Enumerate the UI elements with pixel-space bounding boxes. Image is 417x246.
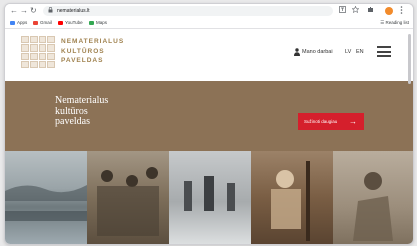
apps-icon: [10, 20, 15, 25]
translate-icon[interactable]: [339, 6, 346, 16]
photo-river-crowd[interactable]: [5, 151, 87, 244]
maps-icon: [89, 20, 94, 25]
reading-list[interactable]: ☰ Reading list: [380, 18, 409, 28]
forward-button[interactable]: →: [20, 6, 28, 15]
page-scrollbar[interactable]: [408, 34, 411, 84]
bookmark-apps[interactable]: Apps: [10, 18, 27, 28]
photo-weaver[interactable]: [251, 151, 333, 244]
menu-icon[interactable]: [400, 6, 403, 17]
photo-strip: [5, 151, 413, 244]
browser-toolbar: ← → ↻ nematerialus.lt: [5, 4, 413, 18]
arrow-right-icon: →: [349, 117, 357, 126]
lang-en[interactable]: EN: [356, 48, 364, 56]
youtube-icon: [58, 20, 63, 25]
hero-banner: Nematerialus kultūros paveldas Sužinoti …: [5, 81, 413, 151]
user-icon: [294, 48, 300, 56]
url-text: nematerialus.lt: [57, 8, 90, 14]
bookmark-gmail[interactable]: Gmail: [33, 18, 52, 28]
reload-button[interactable]: ↻: [30, 6, 37, 15]
gmail-icon: [33, 20, 38, 25]
star-icon[interactable]: [351, 5, 360, 16]
photo-musician[interactable]: [333, 151, 413, 244]
my-account-link[interactable]: Mano darbai: [302, 48, 333, 56]
photo-winter-procession[interactable]: [169, 151, 251, 244]
address-bar[interactable]: nematerialus.lt: [43, 6, 333, 16]
bookmark-maps[interactable]: Maps: [89, 18, 107, 28]
profile-avatar[interactable]: [385, 7, 393, 15]
browser-window: ← → ↻ nematerialus.lt Apps Gmail YouTube…: [4, 3, 414, 245]
hero-title: Nematerialus kultūros paveldas: [55, 95, 109, 127]
lock-icon: [48, 6, 53, 16]
learn-more-button[interactable]: Sužinoti daugiau →: [298, 113, 364, 130]
back-button[interactable]: ←: [10, 6, 18, 15]
extension-icon[interactable]: [367, 6, 374, 16]
photo-folk-group[interactable]: [87, 151, 169, 244]
bookmarks-bar: Apps Gmail YouTube Maps ☰ Reading list: [5, 18, 413, 29]
site-logo-mark[interactable]: [21, 36, 55, 68]
lang-lv[interactable]: LV: [345, 48, 351, 56]
bookmark-youtube[interactable]: YouTube: [58, 18, 83, 28]
site-header: NEMATERIALUS KULTŪROS PAVELDAS Mano darb…: [5, 29, 413, 81]
site-logo-text[interactable]: NEMATERIALUS KULTŪROS PAVELDAS: [61, 37, 124, 66]
hamburger-menu-icon[interactable]: [377, 46, 391, 57]
